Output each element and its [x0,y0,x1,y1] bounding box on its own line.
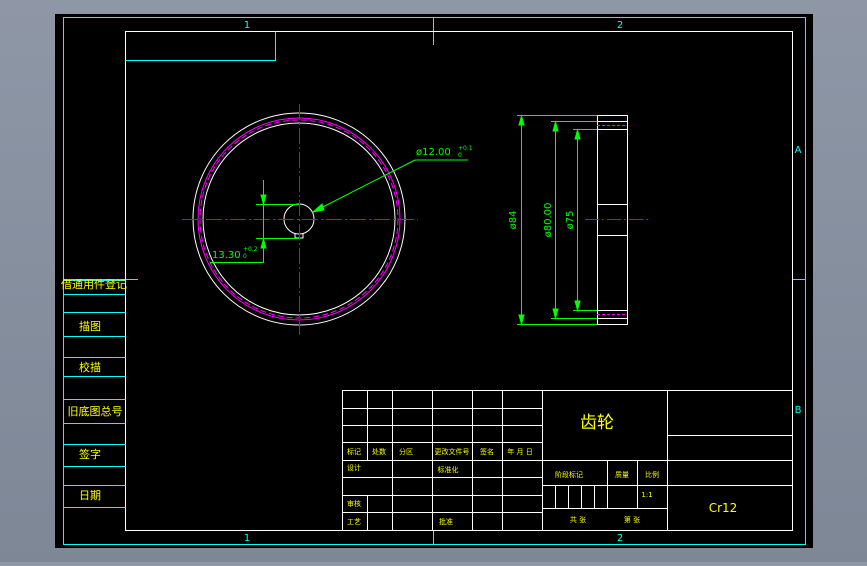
strip-label-borrowed: 借通用件登记 [61,277,127,291]
label-weight: 质量 [615,470,629,479]
bore-diameter-dim: ø12.00 [416,147,451,158]
zone-right-b: B [795,405,802,416]
label-sheets-total: 共 张 [570,515,586,524]
dim-dia-80: ø80.00 [543,203,554,238]
zone-right-a: A [795,145,802,156]
label-approve: 批准 [439,517,453,526]
strip-label-date: 日期 [79,489,101,502]
keyway-tol-upper: +0.2 [243,246,258,253]
strip-label-check-trace: 校描 [79,360,101,374]
zone-top-1: 1 [244,20,250,31]
dim-dia-75: ø75 [565,211,576,230]
label-stage-mark: 阶段标记 [555,470,583,479]
zone-bottom-1: 1 [244,533,250,544]
header-count: 处数 [372,447,386,456]
strip-label-trace: 描图 [79,319,101,333]
dim-dia-84: ø84 [508,211,519,230]
material: Cr12 [709,501,738,515]
keyway-dim: 13.30 [212,250,241,261]
header-signature: 签名 [480,447,494,456]
zone-top-2: 2 [617,20,623,31]
value-scale: 1:1 [641,491,652,499]
bore-tol-lower: 0 [458,152,462,159]
label-design: 设计 [347,463,361,472]
keyway-tol-lower: 0 [243,253,247,260]
zone-bottom-2: 2 [617,533,623,544]
strip-label-signature: 签字 [79,447,101,461]
bore-tol-upper: +0.1 [458,145,473,152]
part-name: 齿轮 [580,413,614,433]
label-scale: 比例 [645,470,659,479]
header-date: 年 月 日 [507,447,532,456]
label-sheet-no: 第 张 [624,515,640,524]
strip-label-old-drawing-no: 旧底图总号 [68,404,123,418]
label-standardization: 标准化 [438,465,459,474]
model-space [55,14,813,548]
label-review: 审核 [347,499,361,508]
cad-drawing: 1 2 1 2 A B 借通用件登记 描图 校描 旧底图总号 签字 日期 ø12… [55,14,813,548]
label-process: 工艺 [347,518,361,526]
header-mark: 标记 [347,447,361,456]
drawing-window: 1 2 1 2 A B 借通用件登记 描图 校描 旧底图总号 签字 日期 ø12… [0,0,867,562]
header-change-doc: 更改文件号 [435,447,470,456]
header-zone: 分区 [399,447,413,456]
